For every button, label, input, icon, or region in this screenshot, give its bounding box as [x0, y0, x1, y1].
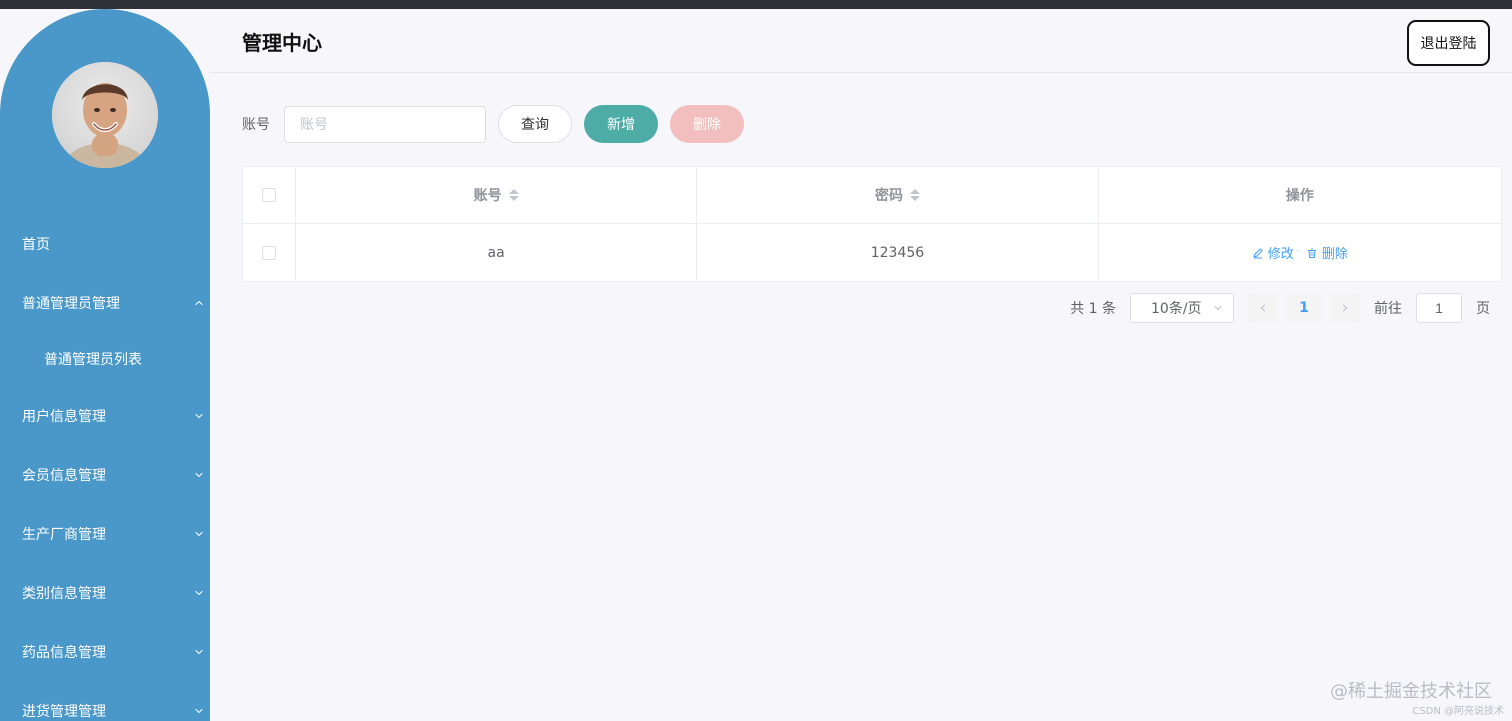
main-content: 账号 查询 新增 删除 账号 密码 操作 aa: [210, 73, 1512, 721]
chevron-right-icon: [1342, 304, 1348, 312]
trash-icon: [1307, 248, 1316, 258]
edit-icon: [1253, 247, 1263, 258]
header-password-cell[interactable]: 密码: [697, 167, 1099, 223]
sidebar-item-label: 会员信息管理: [22, 467, 106, 484]
chevron-up-icon: [194, 298, 204, 308]
sidebar-item-label: 普通管理员列表: [44, 352, 142, 368]
page-header: 管理中心 退出登陆: [210, 9, 1512, 73]
sidebar-menu: 首页 普通管理员管理 普通管理员列表 用户信息管理 会员信息管理 生产厂商管理: [0, 214, 210, 721]
watermark-small: CSDN @阿亮说技术: [1412, 706, 1504, 717]
delete-link[interactable]: 删除: [1306, 243, 1348, 262]
table-row: aa 123456 修改 删除: [243, 224, 1501, 281]
batch-delete-button[interactable]: 删除: [670, 105, 744, 143]
chevron-down-icon: [1214, 305, 1222, 311]
sidebar-item-label: 药品信息管理: [22, 644, 106, 661]
sidebar-item-category-info[interactable]: 类别信息管理: [0, 563, 210, 622]
sidebar-item-label: 用户信息管理: [22, 408, 106, 425]
edit-label: 修改: [1267, 247, 1294, 262]
select-all-checkbox[interactable]: [261, 188, 276, 202]
goto-label: 前往: [1374, 301, 1402, 317]
chevron-down-icon: [194, 411, 204, 421]
sidebar-item-admin-management[interactable]: 普通管理员管理: [0, 273, 210, 332]
sidebar-item-label: 生产厂商管理: [22, 526, 106, 543]
sidebar-item-purchase[interactable]: 进货管理管理: [0, 681, 210, 721]
pager-controls: 1: [1248, 293, 1360, 323]
sidebar-item-label: 普通管理员管理: [22, 295, 120, 312]
header-select-cell: [243, 167, 296, 223]
page-title: 管理中心: [242, 31, 322, 55]
page-suffix: 页: [1476, 301, 1490, 317]
window-top-strip: [0, 0, 1512, 9]
column-header-operations: 操作: [1285, 188, 1314, 204]
header-operations-cell: 操作: [1099, 167, 1501, 223]
prev-page-button[interactable]: [1248, 293, 1278, 323]
page-size-select[interactable]: 10条/页: [1130, 293, 1234, 323]
total-count: 共 1 条: [1070, 301, 1116, 317]
column-header-account: 账号: [473, 188, 502, 204]
sidebar-item-admin-list[interactable]: 普通管理员列表: [0, 332, 210, 386]
account-search-input[interactable]: [284, 105, 486, 143]
sidebar-item-label: 类别信息管理: [22, 585, 106, 602]
sort-icon[interactable]: [508, 189, 519, 201]
goto-page-input[interactable]: [1416, 293, 1462, 323]
page-number[interactable]: 1: [1284, 293, 1324, 323]
sidebar: 首页 普通管理员管理 普通管理员列表 用户信息管理 会员信息管理 生产厂商管理: [0, 9, 210, 721]
row-select-cell: [243, 224, 296, 281]
search-toolbar: 账号 查询 新增 删除: [242, 105, 744, 143]
sidebar-item-manufacturer[interactable]: 生产厂商管理: [0, 504, 210, 563]
chevron-left-icon: [1260, 304, 1266, 312]
chevron-down-icon: [194, 706, 204, 716]
sidebar-item-home[interactable]: 首页: [0, 214, 210, 273]
add-button[interactable]: 新增: [584, 105, 658, 143]
column-header-password: 密码: [874, 188, 903, 204]
account-label: 账号: [242, 117, 270, 133]
avatar: [52, 62, 158, 168]
password-cell: 123456: [697, 224, 1099, 281]
admin-table: 账号 密码 操作 aa 123456 修改 删除: [242, 166, 1502, 282]
watermark: @稀土掘金技术社区: [1330, 681, 1492, 702]
logout-button[interactable]: 退出登陆: [1407, 20, 1490, 66]
chevron-down-icon: [194, 529, 204, 539]
chevron-down-icon: [194, 647, 204, 657]
sidebar-item-user-info[interactable]: 用户信息管理: [0, 386, 210, 445]
table-header-row: 账号 密码 操作: [243, 167, 1501, 224]
sidebar-item-member-info[interactable]: 会员信息管理: [0, 445, 210, 504]
sort-icon[interactable]: [909, 189, 920, 201]
next-page-button[interactable]: [1330, 293, 1360, 323]
sidebar-item-label: 进货管理管理: [22, 703, 106, 720]
operations-cell: 修改 删除: [1099, 224, 1501, 281]
chevron-down-icon: [194, 470, 204, 480]
sidebar-item-medicine-info[interactable]: 药品信息管理: [0, 622, 210, 681]
delete-label: 删除: [1321, 247, 1348, 262]
account-cell: aa: [296, 224, 698, 281]
header-account-cell[interactable]: 账号: [296, 167, 698, 223]
chevron-down-icon: [194, 588, 204, 598]
query-button[interactable]: 查询: [498, 105, 572, 143]
edit-link[interactable]: 修改: [1252, 243, 1294, 262]
pagination: 共 1 条 10条/页 1 前往 页: [1070, 293, 1490, 323]
page-size-value: 10条/页: [1151, 301, 1202, 317]
sidebar-item-label: 首页: [22, 236, 50, 253]
row-checkbox[interactable]: [261, 245, 276, 260]
